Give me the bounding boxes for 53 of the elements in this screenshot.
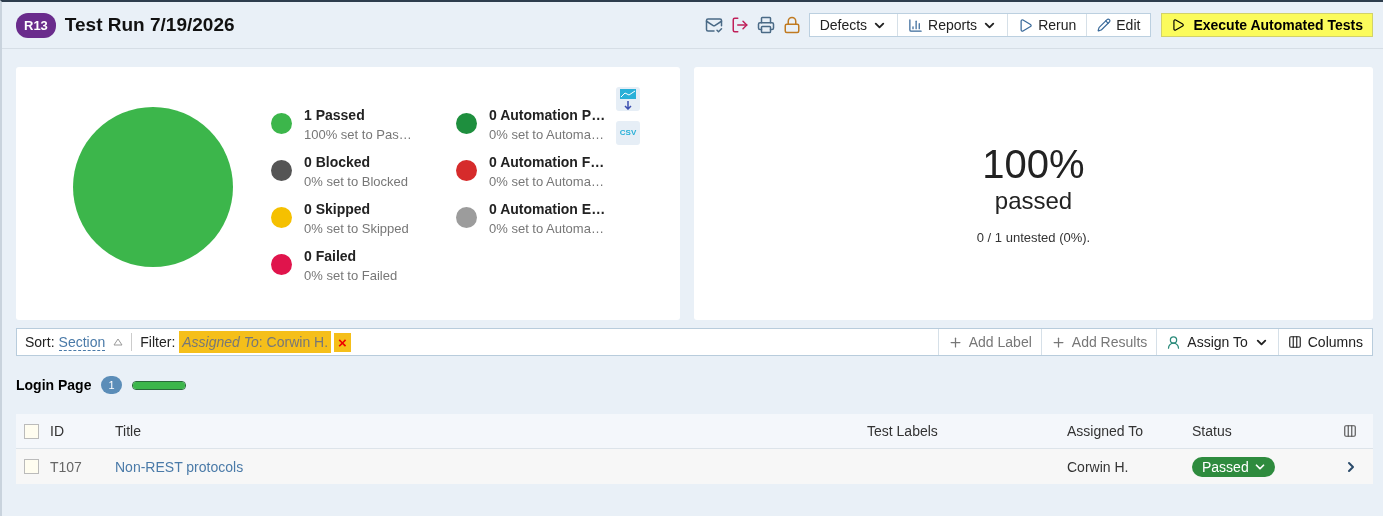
pencil-icon [1097,18,1112,32]
export-icon[interactable] [730,16,749,34]
legend-subtitle: 0% set to Automa… [489,174,605,189]
column-header: ID [50,423,65,439]
remove-filter-button[interactable]: × [334,332,351,352]
legend-subtitle: 0% set to Automa… [489,221,605,236]
column-header: Test Labels [867,423,939,439]
column-header: Status [1192,423,1233,439]
legend-subtitle: 0% set to Skipped [304,221,409,236]
legend-subtitle: 0% set to Failed [304,268,398,283]
mail-check-icon[interactable] [704,16,723,34]
execute-button[interactable]: Execute Automated Tests [1161,13,1373,37]
pass-percentage: 100% [982,142,1085,187]
legend-title: 1 Passed [304,107,366,123]
column-header: Title [115,423,142,439]
section-title: Login Page [16,377,92,393]
legend-title: 0 Automation F… [489,154,605,170]
print-icon[interactable] [756,16,775,34]
count-badge: 1 [101,376,122,394]
plus-icon [1050,334,1066,350]
person-icon [1166,334,1182,350]
page-title: Test Run 7/19/2026 [64,14,235,36]
plus-icon [947,334,963,350]
filter-chip[interactable]: Assigned To: Corwin H. [179,331,332,353]
checkbox[interactable] [24,459,39,474]
chart-download-icon[interactable] [616,87,640,111]
filter-label: Filter: [140,334,176,350]
legend-title: 0 Failed [304,248,358,264]
table-cell-text: Corwin H. [1067,458,1130,475]
legend-title: 0 Blocked [304,154,372,170]
checkbox[interactable] [24,423,39,439]
column-header: Assigned To [1067,423,1144,439]
legend-subtitle: 0% set to Automa… [489,127,605,142]
table-cell-text: T107 [50,458,83,475]
run-badge: R13 [16,12,56,38]
sort-link[interactable]: Section [58,333,106,351]
sort-label: Sort: [25,334,55,350]
legend-title: 0 Automation P… [489,107,606,123]
untested-summary: 0 / 1 untested (0%). [976,230,1091,245]
test-link[interactable]: Non-REST protocols [115,458,867,475]
legend-subtitle: 100% set to Pas… [304,127,412,142]
play-icon [1018,17,1034,33]
play-icon [1171,18,1186,32]
columns-icon[interactable] [1343,424,1357,438]
pass-label: passed [994,187,1073,215]
legend-title: 0 Automation E… [489,201,606,217]
legend-title: 0 Skipped [304,201,372,217]
legend-subtitle: 0% set to Blocked [304,174,409,189]
bar-chart-icon [908,17,924,33]
sort-icon [113,338,124,346]
lock-icon[interactable] [782,16,801,34]
columns-icon [1287,335,1302,349]
status-dropdown[interactable]: Passed [1192,456,1275,477]
